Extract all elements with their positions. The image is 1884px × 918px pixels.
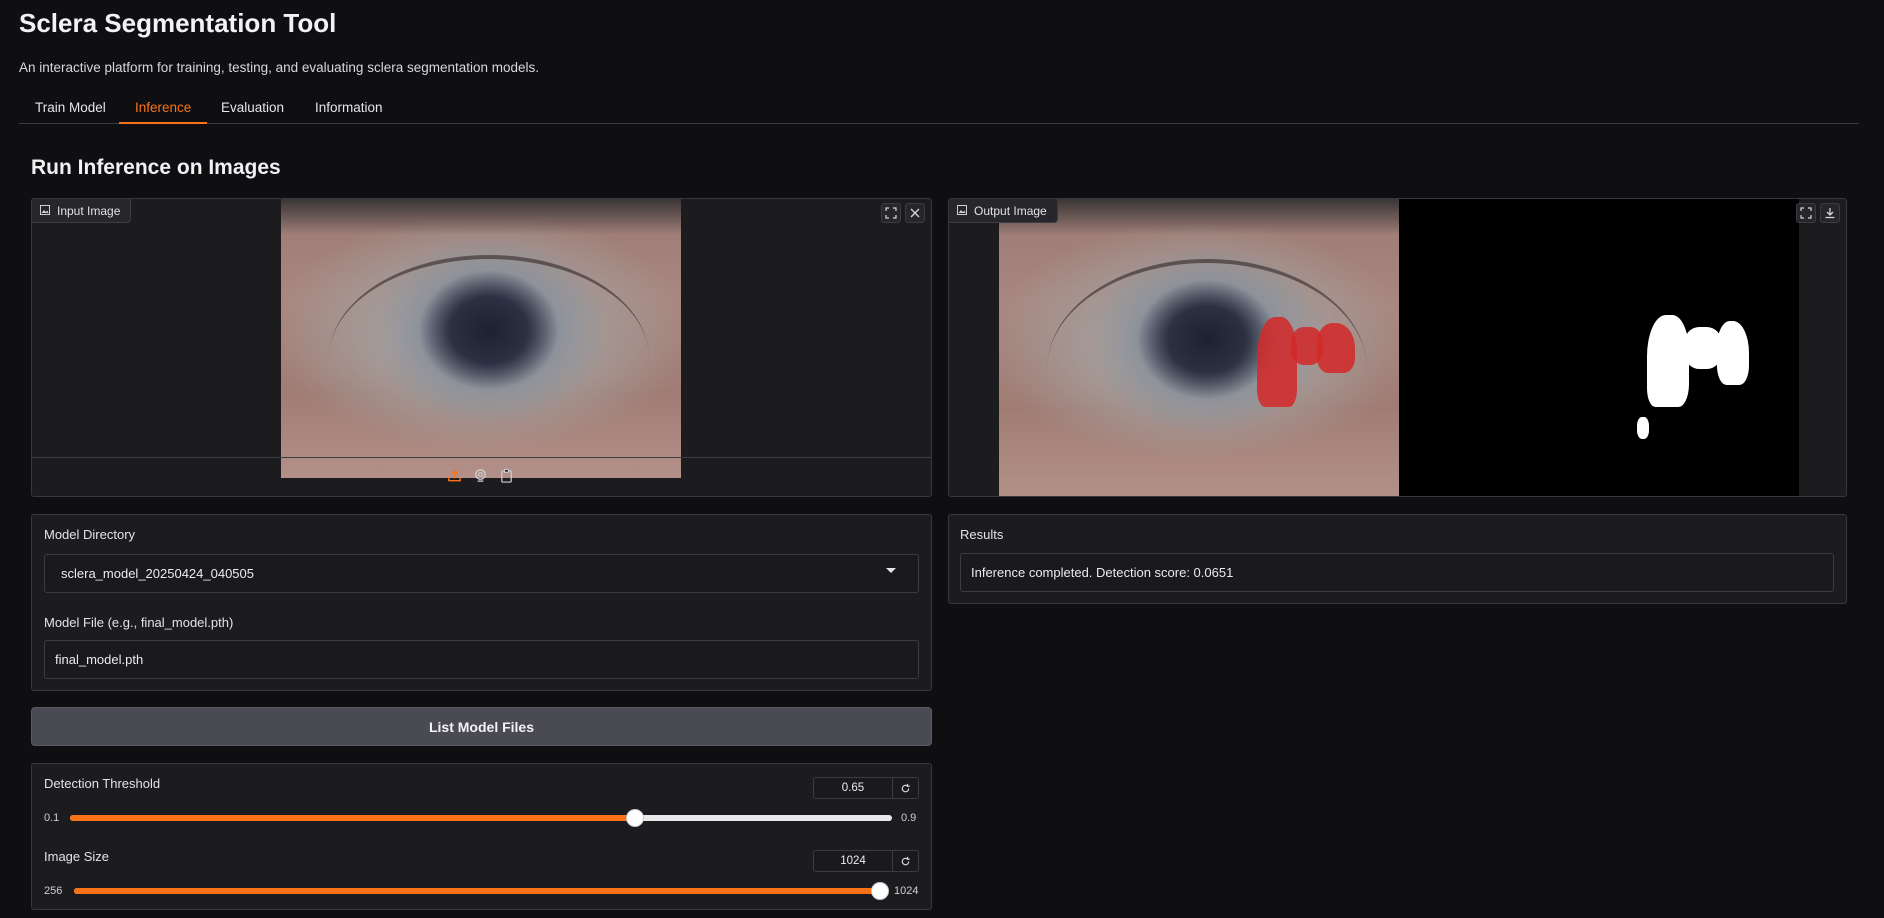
model-config-panel: Model Directory sclera_model_20250424_04…: [31, 514, 932, 691]
model-directory-dropdown[interactable]: sclera_model_20250424_040505: [44, 554, 919, 593]
tab-evaluation[interactable]: Evaluation: [205, 98, 300, 124]
slider-fill: [74, 888, 880, 894]
clipboard-icon[interactable]: [498, 467, 514, 483]
results-text: Inference completed. Detection score: 0.…: [971, 565, 1234, 580]
segmentation-overlay: [1257, 317, 1297, 407]
download-icon[interactable]: [1820, 203, 1840, 223]
model-directory-value: sclera_model_20250424_040505: [61, 566, 254, 581]
reset-icon[interactable]: [893, 777, 919, 799]
image-size-slider[interactable]: [74, 882, 889, 900]
tab-train-model[interactable]: Train Model: [19, 98, 122, 124]
output-image-label-text: Output Image: [974, 203, 1047, 218]
results-textbox[interactable]: Inference completed. Detection score: 0.…: [960, 553, 1834, 592]
upload-divider: [32, 457, 931, 458]
reset-icon[interactable]: [893, 850, 919, 872]
section-title: Run Inference on Images: [31, 156, 281, 179]
tab-inference[interactable]: Inference: [119, 98, 208, 124]
input-image-label: Input Image: [32, 199, 132, 223]
detection-threshold-input[interactable]: 0.65: [813, 777, 893, 799]
image-size-label: Image Size: [44, 849, 110, 864]
mask-region: [1647, 315, 1689, 407]
input-image-label-text: Input Image: [57, 203, 121, 218]
detection-threshold-min: 0.1: [44, 812, 60, 824]
input-image-corner-buttons: [881, 203, 925, 223]
inference-settings-panel: Detection Threshold 0.65 0.1 0.9 Image S…: [31, 763, 932, 910]
image-size-input[interactable]: 1024: [813, 850, 893, 872]
webcam-icon[interactable]: [472, 467, 488, 483]
detection-threshold-slider[interactable]: [70, 809, 892, 827]
mask-region: [1717, 321, 1749, 385]
tab-bar: Train Model Inference Evaluation Informa…: [19, 94, 1859, 124]
results-label: Results: [960, 527, 1004, 542]
output-image-panel[interactable]: Output Image: [948, 198, 1847, 497]
image-size-max: 1024: [894, 885, 919, 897]
tab-information[interactable]: Information: [299, 98, 399, 124]
image-source-icons: [446, 467, 514, 483]
input-eye-image: [281, 199, 681, 478]
model-file-input[interactable]: final_model.pth: [44, 640, 919, 679]
model-directory-label: Model Directory: [44, 527, 136, 542]
model-file-label: Model File (e.g., final_model.pth): [44, 615, 234, 630]
segmentation-mask: [1399, 199, 1799, 496]
chevron-down-icon: [886, 568, 896, 573]
fullscreen-icon[interactable]: [1796, 203, 1816, 223]
detection-threshold-label: Detection Threshold: [44, 776, 161, 791]
output-image-corner-buttons: [1796, 203, 1840, 223]
fullscreen-icon[interactable]: [881, 203, 901, 223]
output-image-label: Output Image: [949, 199, 1058, 223]
output-overlay-image: [999, 199, 1399, 496]
upload-icon[interactable]: [446, 467, 462, 483]
slider-fill: [70, 815, 636, 821]
slider-thumb[interactable]: [626, 809, 645, 827]
mask-region: [1637, 417, 1649, 439]
image-icon: [957, 204, 967, 218]
model-file-value: final_model.pth: [55, 652, 144, 667]
input-image-panel[interactable]: Input Image: [31, 198, 932, 497]
app-subtitle: An interactive platform for training, te…: [19, 60, 540, 75]
segmentation-overlay: [1317, 323, 1355, 373]
app-title: Sclera Segmentation Tool: [19, 8, 337, 38]
slider-thumb[interactable]: [871, 882, 889, 900]
image-size-min: 256: [44, 885, 63, 897]
image-icon: [40, 204, 50, 218]
close-icon[interactable]: [905, 203, 925, 223]
list-model-files-button[interactable]: List Model Files: [31, 707, 932, 746]
app-root: Sclera Segmentation Tool An interactive …: [0, 0, 1884, 918]
segmentation-overlay: [1291, 327, 1323, 365]
detection-threshold-max: 0.9: [901, 812, 917, 824]
